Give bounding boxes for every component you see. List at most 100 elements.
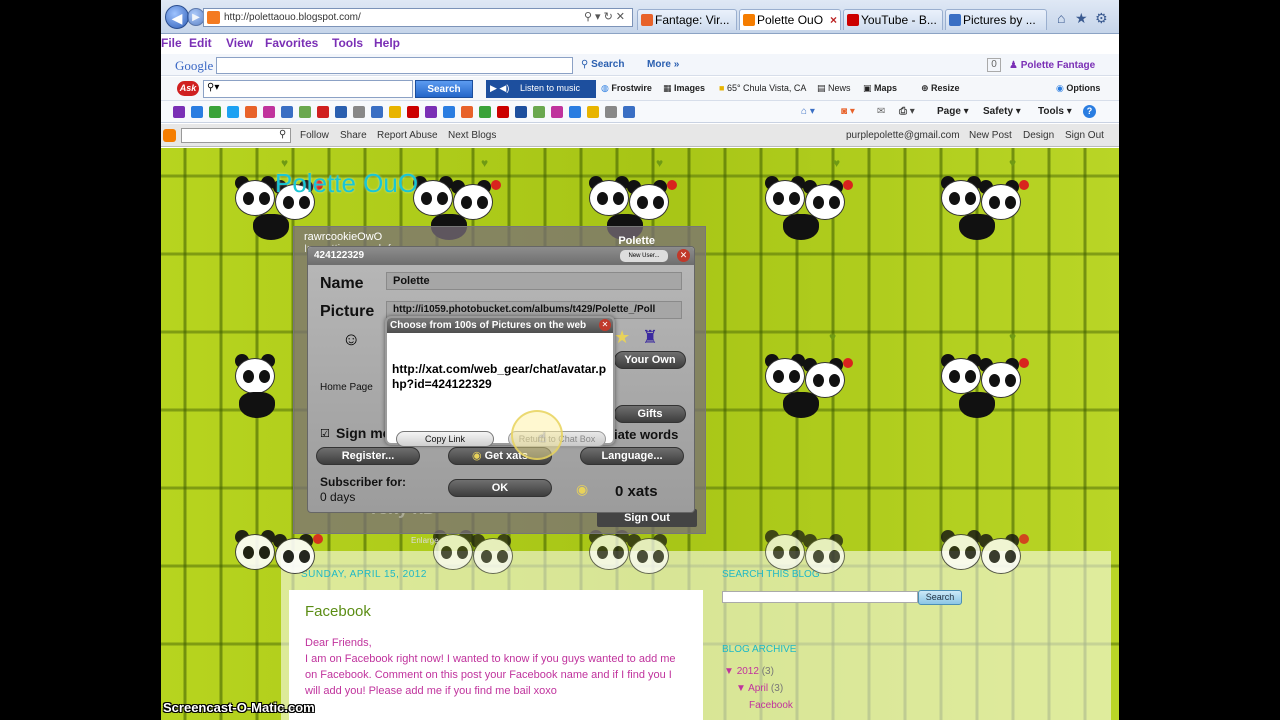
google-more-button[interactable]: More » (647, 59, 679, 70)
bookmark-icon[interactable] (533, 106, 545, 118)
ask-search-button[interactable]: Search (415, 80, 473, 98)
bookmark-icon[interactable] (587, 106, 599, 118)
report-abuse-link[interactable]: Report Abuse (377, 130, 438, 141)
tab-fantage[interactable]: Fantage: Vir... (637, 9, 737, 30)
next-blog-link[interactable]: Next Blogs (448, 130, 496, 141)
home-icon[interactable]: ⌂ (1057, 10, 1065, 26)
search-icon[interactable]: ⚲ (279, 129, 286, 140)
menu-file[interactable]: File (161, 36, 182, 50)
new-user-button[interactable]: New User... (620, 250, 668, 262)
google-search-button[interactable]: ⚲ Search (581, 59, 624, 70)
mail-icon[interactable]: ✉ (877, 106, 885, 117)
menu-tools[interactable]: Tools (332, 36, 363, 50)
close-icon[interactable]: ✕ (599, 319, 611, 331)
address-controls[interactable]: ⚲▾↻✕ (584, 9, 628, 26)
gifts-button[interactable]: Gifts (614, 405, 686, 423)
panda-image (431, 528, 523, 598)
twitter-icon[interactable] (227, 106, 239, 118)
weather-button[interactable]: ■ 65° Chula Vista, CA (719, 83, 806, 93)
close-icon[interactable]: ✕ (677, 249, 690, 262)
maps-icon: ▣ (863, 83, 875, 93)
frostwire-button[interactable]: ◍ Frostwire (601, 83, 652, 94)
bookmark-icon[interactable] (263, 106, 275, 118)
bookmark-icon[interactable] (551, 106, 563, 118)
menu-edit[interactable]: Edit (189, 36, 212, 50)
bookmark-icon[interactable] (317, 106, 329, 118)
copy-link-button[interactable]: Copy Link (396, 431, 494, 447)
options-button[interactable]: ◉ Options (1056, 83, 1100, 94)
news-button[interactable]: ▤ News (817, 83, 851, 94)
bookmark-icon[interactable] (443, 106, 455, 118)
google-search-input[interactable] (216, 57, 573, 74)
sign-me-checkbox[interactable]: ☑ (320, 427, 330, 440)
language-button[interactable]: Language... (580, 447, 684, 465)
bookmark-icon[interactable] (425, 106, 437, 118)
bookmark-icon[interactable] (209, 106, 221, 118)
settings-gear-icon[interactable]: ⚙ (1095, 10, 1108, 27)
enlarge-link[interactable]: Enlarge (411, 536, 439, 545)
menu-view[interactable]: View (226, 36, 253, 50)
blogger-logo-icon[interactable] (163, 129, 176, 142)
post-title[interactable]: Facebook (305, 603, 371, 620)
tab-pictures[interactable]: Pictures by ... (945, 9, 1047, 30)
bookmark-icon[interactable] (605, 106, 617, 118)
menu-favorites[interactable]: Favorites (265, 36, 318, 50)
bookmark-icon[interactable] (371, 106, 383, 118)
back-button[interactable]: ◀ (165, 5, 189, 29)
bookmark-icon[interactable] (479, 106, 491, 118)
maps-button[interactable]: ▣ Maps (863, 83, 897, 94)
close-tab-icon[interactable]: × (830, 10, 837, 30)
star-avatar-icon[interactable]: ★ (614, 327, 630, 348)
dialog-header: 424122329 New User... ✕ (308, 247, 694, 265)
listen-music-button[interactable]: ▶ ◀) Listen to music (486, 80, 596, 98)
resize-button[interactable]: ⊕ Resize (921, 83, 960, 94)
bookmark-icon[interactable] (389, 106, 401, 118)
bookmark-icon[interactable] (281, 106, 293, 118)
bookmark-icon[interactable] (299, 106, 311, 118)
bookmark-icon[interactable] (245, 106, 257, 118)
bookmark-icon[interactable] (623, 106, 635, 118)
blog-title[interactable]: Polette OuO (275, 168, 418, 199)
safety-menu[interactable]: Safety ▾ (983, 106, 1021, 117)
follow-link[interactable]: Follow (300, 130, 329, 141)
bookmark-icon[interactable] (173, 106, 185, 118)
feeds-icon[interactable]: ◙ ▾ (841, 106, 855, 117)
print-icon[interactable]: ⎙ ▾ (899, 106, 915, 117)
bookmark-icon[interactable] (335, 106, 347, 118)
share-link[interactable]: Share (340, 130, 367, 141)
blog-nav-search-input[interactable] (181, 128, 291, 143)
archive-post-link[interactable]: Facebook (749, 700, 793, 711)
menu-help[interactable]: Help (374, 36, 400, 50)
ask-search-input[interactable]: ⚲▾ (203, 80, 413, 98)
bookmark-icon[interactable] (569, 106, 581, 118)
new-post-link[interactable]: New Post (969, 130, 1012, 141)
your-own-button[interactable]: Your Own (614, 351, 686, 369)
maps-label: Maps (874, 83, 898, 93)
robot-avatar-icon[interactable]: ♜ (642, 327, 658, 348)
bookmark-icon[interactable] (407, 106, 419, 118)
name-field[interactable]: Polette (386, 272, 682, 290)
bookmark-icon[interactable] (191, 106, 203, 118)
bookmark-icon[interactable] (461, 106, 473, 118)
tab-polette[interactable]: Polette OuO × (739, 9, 841, 30)
help-icon[interactable]: ? (1083, 105, 1096, 118)
address-bar[interactable]: http://polettaouo.blogspot.com/ ⚲▾↻✕ (203, 8, 633, 27)
register-button[interactable]: Register... (316, 447, 420, 465)
bookmark-icon[interactable] (515, 106, 527, 118)
favorites-star-icon[interactable]: ★ (1075, 10, 1088, 27)
bookmark-icon[interactable] (353, 106, 365, 118)
images-button[interactable]: ▦ Images (663, 83, 705, 94)
tab-youtube[interactable]: YouTube - B... (843, 9, 943, 30)
sign-out-link[interactable]: Sign Out (1065, 130, 1104, 141)
archive-year[interactable]: ▼ 2012 (3) (724, 666, 774, 677)
ok-button[interactable]: OK (448, 479, 552, 497)
archive-month[interactable]: ▼ April (3) (736, 683, 783, 694)
heart-icon: ♥ (1009, 330, 1017, 344)
bookmark-icon[interactable] (497, 106, 509, 118)
design-link[interactable]: Design (1023, 130, 1054, 141)
google-user-menu[interactable]: ♟ Polette Fantage (1009, 60, 1095, 71)
page-menu[interactable]: Page ▾ (937, 106, 969, 117)
notification-badge[interactable]: 0 (987, 58, 1001, 72)
home-command-icon[interactable]: ⌂ ▾ (801, 106, 815, 117)
tools-menu[interactable]: Tools ▾ (1038, 106, 1072, 117)
